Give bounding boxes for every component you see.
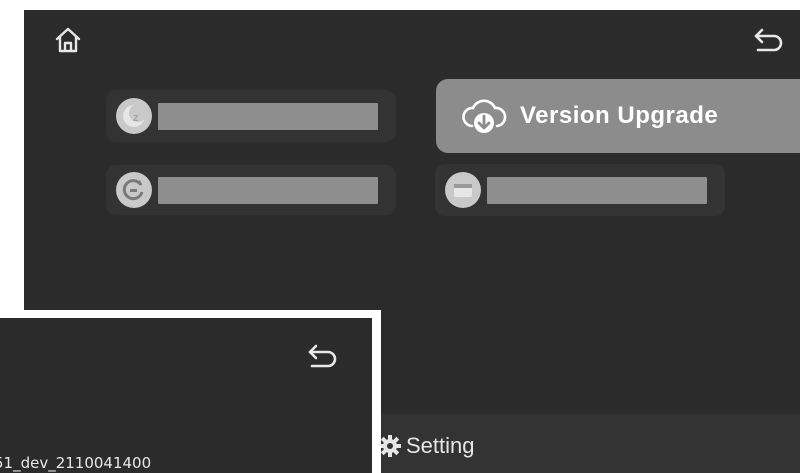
menu-item-2[interactable]: [106, 165, 396, 215]
z-sleep-icon: z: [116, 98, 152, 134]
redacted-label: [158, 102, 378, 130]
version-upgrade-button[interactable]: Version Upgrade: [436, 79, 800, 153]
version-upgrade-label: Version Upgrade: [520, 102, 719, 129]
tab-setting[interactable]: Setting: [378, 430, 475, 462]
home-button[interactable]: [50, 22, 86, 58]
redacted-label: [487, 176, 707, 204]
back-arrow-icon: [308, 344, 337, 368]
svg-text:z: z: [133, 112, 139, 124]
home-icon: [55, 27, 81, 53]
setting-label: Setting: [406, 433, 475, 458]
window-icon: [445, 172, 481, 208]
version-info-screen: 51_dev_2110041400: [0, 318, 372, 473]
gear-icon: [379, 435, 401, 457]
back-arrow-icon: [754, 28, 783, 52]
redacted-label: [158, 176, 378, 204]
cloud-download-icon: [460, 96, 510, 136]
menu-item-4[interactable]: [435, 164, 725, 216]
overlay-back-button[interactable]: [302, 340, 342, 372]
menu-item-1[interactable]: z: [106, 90, 396, 142]
back-button[interactable]: [748, 24, 788, 56]
refresh-icon: [116, 172, 152, 208]
version-string: 51_dev_2110041400: [0, 454, 152, 472]
